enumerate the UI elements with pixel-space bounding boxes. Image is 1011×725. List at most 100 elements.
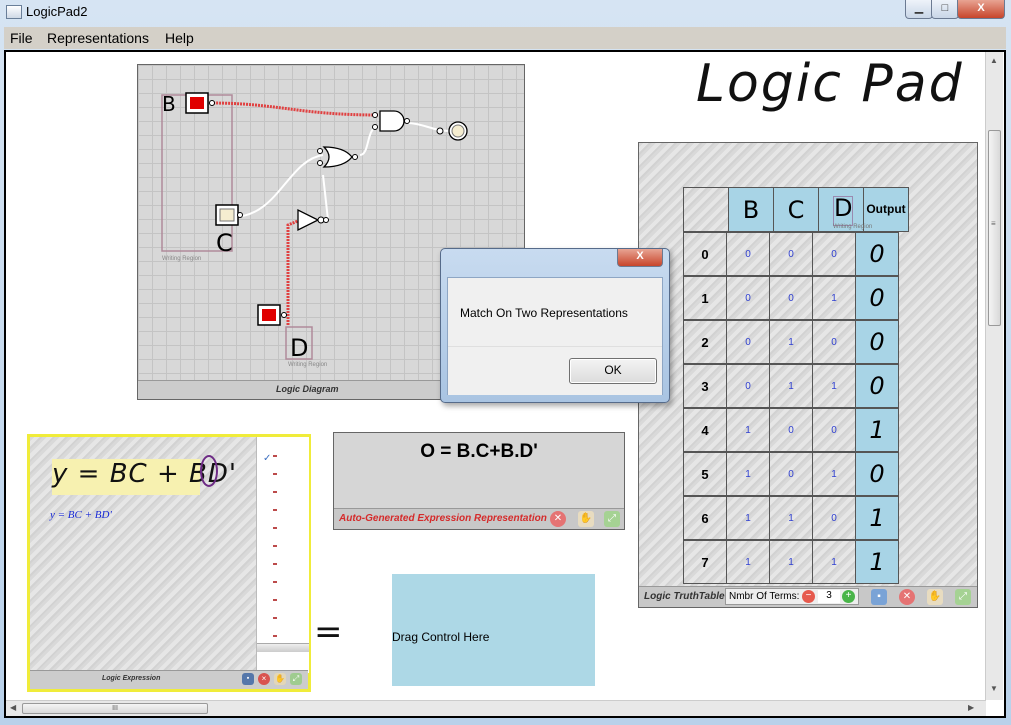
logic-expression-panel[interactable]: y = BC + BD' y = BC + BD' ✓ Logic Expres… [27, 434, 311, 692]
input-value-cell: 1 [726, 540, 770, 584]
scroll-down-arrow[interactable]: ▼ [990, 684, 998, 693]
auto-expression-footer-label: Auto-Generated Expression Representation [339, 513, 547, 524]
truth-table-panel[interactable]: B C D Writing Region Output 000001001020… [638, 142, 978, 608]
input-value-cell: 1 [769, 540, 813, 584]
input-value-cell: 1 [812, 540, 856, 584]
table-row: 10010 [683, 276, 899, 320]
increase-terms-button[interactable]: + [842, 590, 855, 603]
output-value-cell[interactable]: 0 [855, 364, 899, 408]
auto-delete-icon[interactable]: ✕ [550, 511, 566, 527]
and-gate[interactable] [379, 110, 405, 132]
output-value-cell[interactable]: 0 [855, 232, 899, 276]
menu-help[interactable]: Help [159, 27, 200, 49]
table-row: 20100 [683, 320, 899, 364]
input-value-cell: 1 [812, 276, 856, 320]
table-row: 30110 [683, 364, 899, 408]
wire-d-not [286, 219, 299, 325]
dialog-close-button[interactable]: X [617, 249, 663, 267]
terms-value[interactable]: 3 [818, 590, 840, 603]
vertical-scroll-thumb[interactable]: ≡ [988, 130, 1001, 326]
output-value-cell[interactable]: 1 [855, 408, 899, 452]
menu-representations[interactable]: Representations [41, 27, 155, 49]
expand-icon[interactable]: ⤢ [290, 673, 302, 685]
input-value-cell: 1 [812, 452, 856, 496]
match-dialog[interactable]: X Match On Two Representations OK [440, 248, 670, 403]
writing-region-bc [161, 94, 233, 252]
tt-hand-icon[interactable]: ✋ [927, 589, 943, 605]
header-b[interactable]: B [728, 187, 774, 232]
dialog-ok-button[interactable]: OK [569, 358, 657, 384]
save-icon[interactable]: ▪ [242, 673, 254, 685]
truth-table-footer-label: Logic TruthTable [644, 591, 725, 602]
input-value-cell: 0 [726, 364, 770, 408]
row-index: 6 [683, 496, 727, 540]
input-value-cell: 1 [726, 496, 770, 540]
header-d: D [834, 194, 853, 222]
wire-c-or [232, 154, 324, 218]
tt-delete-icon[interactable]: ✕ [899, 589, 915, 605]
ink-label-c: C [216, 229, 233, 257]
truth-table-footer-bar: Logic TruthTable Nmbr Of Terms: − 3 + ▪ … [639, 586, 977, 607]
tt-expand-icon[interactable]: ⤢ [955, 589, 971, 605]
scroll-left-arrow[interactable]: ◀ [10, 703, 16, 712]
input-value-cell: 0 [769, 452, 813, 496]
expression-footer-bar: Logic Expression ▪ × ✋ ⤢ [30, 670, 308, 689]
header-d-cell[interactable]: D Writing Region [818, 187, 872, 232]
terms-control: Nmbr Of Terms: − 3 + [725, 588, 859, 605]
auto-expression-footer-bar: Auto-Generated Expression Representation… [334, 508, 624, 529]
minimize-button[interactable]: ▁ [905, 0, 933, 19]
tt-save-icon[interactable]: ▪ [871, 589, 887, 605]
input-b-indicator [190, 97, 204, 109]
ink-equals-sign: = [314, 612, 343, 652]
not-gate[interactable] [297, 208, 320, 232]
horizontal-scroll-thumb[interactable]: III [22, 703, 208, 714]
vertical-scrollbar[interactable]: ▲ ≡ ▼ [985, 52, 1003, 700]
decrease-terms-button[interactable]: − [802, 590, 815, 603]
input-value-cell: 0 [726, 232, 770, 276]
drag-control-label: Drag Control Here [392, 630, 490, 644]
table-row: 00000 [683, 232, 899, 276]
ink-prime-circle [200, 455, 218, 487]
auto-expression-panel[interactable]: O = B.C+B.D' Auto-Generated Expression R… [333, 432, 625, 530]
table-row: 51010 [683, 452, 899, 496]
wire-not-or [322, 174, 329, 221]
drag-control-area[interactable]: Drag Control Here [392, 574, 595, 686]
logicpad-title: Logic Pad [696, 54, 964, 114]
row-index: 5 [683, 452, 727, 496]
output-value-cell[interactable]: 1 [855, 496, 899, 540]
symbol-list-scrollbar[interactable] [257, 643, 309, 652]
output-value-cell[interactable]: 0 [855, 320, 899, 364]
output-value-cell[interactable]: 1 [855, 540, 899, 584]
or-gate[interactable] [322, 146, 353, 168]
scroll-up-arrow[interactable]: ▲ [990, 56, 998, 65]
menu-file[interactable]: File [4, 27, 39, 49]
delete-icon[interactable]: × [258, 673, 270, 685]
symbol-list-marks [273, 445, 277, 645]
input-value-cell: 0 [769, 276, 813, 320]
terms-label: Nmbr Of Terms: [729, 591, 800, 602]
truth-table[interactable]: B C D Writing Region Output [683, 187, 909, 232]
title-bar[interactable]: LogicPad2 ▁ □ X [0, 0, 1011, 24]
app-icon [6, 5, 22, 19]
auto-expand-icon[interactable]: ⤢ [604, 511, 620, 527]
input-c-indicator [219, 208, 235, 222]
horizontal-scrollbar[interactable]: ◀ III ▶ [6, 700, 986, 716]
close-button[interactable]: X [957, 0, 1005, 19]
input-value-cell: 0 [812, 496, 856, 540]
output-value-cell[interactable]: 0 [855, 452, 899, 496]
menu-bar: File Representations Help [4, 27, 1006, 49]
symbol-list[interactable]: ✓ [256, 437, 309, 673]
input-value-cell: 0 [812, 408, 856, 452]
output-value-cell[interactable]: 0 [855, 276, 899, 320]
corner-cell [683, 187, 729, 232]
maximize-button[interactable]: □ [931, 0, 959, 19]
dialog-message: Match On Two Representations [460, 306, 628, 320]
input-value-cell: 1 [812, 364, 856, 408]
row-index: 1 [683, 276, 727, 320]
header-c[interactable]: C [773, 187, 819, 232]
input-value-cell: 0 [769, 408, 813, 452]
scroll-right-arrow[interactable]: ▶ [968, 703, 974, 712]
wire-and-out [405, 122, 451, 132]
hand-icon[interactable]: ✋ [274, 673, 286, 685]
auto-hand-icon[interactable]: ✋ [578, 511, 594, 527]
